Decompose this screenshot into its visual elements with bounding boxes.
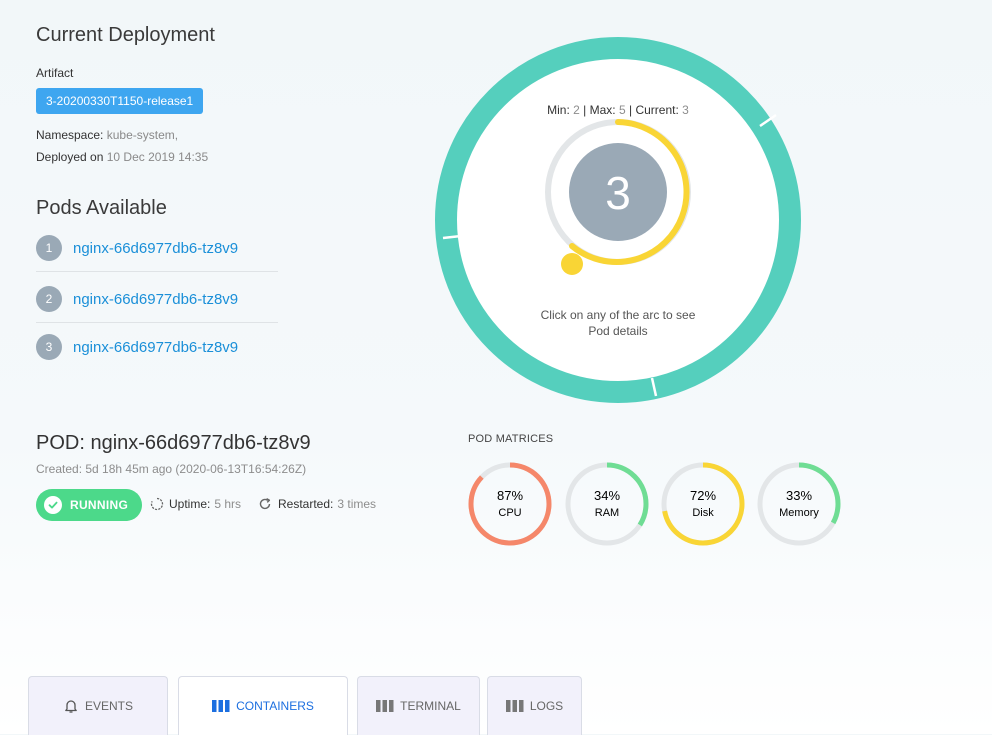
replica-ring[interactable]: Min: 2 | Max: 5 | Current: 3 3 Click on … <box>428 30 808 410</box>
tab-label: LOGS <box>529 699 564 713</box>
status-badge: RUNNING <box>36 489 142 521</box>
disk-gauge: 72% Disk <box>661 462 745 546</box>
tab-label: EVENTS <box>84 699 133 713</box>
current-value: 3 <box>682 103 689 117</box>
deployment-title: Current Deployment <box>36 24 215 46</box>
deployed-value: 10 Dec 2019 14:35 <box>106 150 209 164</box>
current-replica-number: 3 <box>605 167 631 219</box>
namespace-line: Namespace: kube-system, <box>36 128 178 142</box>
restart-icon <box>258 497 272 511</box>
gauge-label: RAM <box>595 507 619 519</box>
gauge-label: Disk <box>692 507 714 519</box>
uptime-stat: Uptime: 5 hrs <box>150 497 241 511</box>
artifact-badge: 3-20200330T1150-release1 <box>36 88 204 114</box>
replica-summary: Min: 2 | Max: 5 | Current: 3 <box>547 103 689 117</box>
check-icon <box>44 496 62 514</box>
tab-logs[interactable]: LOGS <box>487 676 582 735</box>
columns-icon <box>212 700 230 712</box>
uptime-value: 5 hrs <box>214 497 242 511</box>
current-label: | Current: <box>629 103 679 117</box>
namespace-label: Namespace: <box>36 128 104 142</box>
tab-events[interactable]: EVENTS <box>28 676 168 735</box>
ring-hint-line2: Pod details <box>588 324 647 338</box>
pod-created: Created: 5d 18h 45m ago (2020-06-13T16:5… <box>36 462 307 476</box>
pod-number-badge: 2 <box>36 286 62 312</box>
tab-terminal[interactable]: TERMINAL <box>357 676 480 735</box>
pod-link[interactable]: nginx-66d6977db6-tz8v9 <box>73 240 238 257</box>
metrics-gauges: 87% CPU 34% RAM 72% Disk 33% Memory <box>468 462 841 546</box>
columns-icon <box>376 700 394 712</box>
max-label: | Max: <box>583 103 615 117</box>
pod-list-item[interactable]: 2 nginx-66d6977db6-tz8v9 <box>36 276 278 323</box>
min-label: Min: <box>547 103 570 117</box>
artifact-label: Artifact <box>36 66 74 80</box>
bell-icon <box>63 698 79 714</box>
pod-list-item[interactable]: 1 nginx-66d6977db6-tz8v9 <box>36 225 278 272</box>
gauge-value: 87% <box>497 488 523 503</box>
inner-gauge-handle[interactable] <box>561 253 583 275</box>
deployed-line: Deployed on 10 Dec 2019 14:35 <box>36 150 208 164</box>
tab-containers[interactable]: CONTAINERS <box>178 676 348 735</box>
gauge-label: CPU <box>498 507 521 519</box>
restarted-stat: Restarted: 3 times <box>258 497 376 511</box>
uptime-label: Uptime: <box>169 497 211 511</box>
pods-title: Pods Available <box>36 197 167 219</box>
columns-icon <box>505 700 524 712</box>
status-text: RUNNING <box>70 498 129 512</box>
pod-number-badge: 3 <box>36 334 62 360</box>
refresh-icon <box>150 497 164 511</box>
deployed-label: Deployed on <box>36 150 104 164</box>
ram-gauge: 34% RAM <box>565 462 649 546</box>
tab-label: CONTAINERS <box>236 699 314 713</box>
min-value: 2 <box>573 103 580 117</box>
restarted-label: Restarted: <box>278 497 334 511</box>
max-value: 5 <box>619 103 626 117</box>
pod-number-badge: 1 <box>36 235 62 261</box>
gauge-value: 72% <box>690 488 716 503</box>
cpu-gauge: 87% CPU <box>468 462 552 546</box>
pod-link[interactable]: nginx-66d6977db6-tz8v9 <box>73 291 238 308</box>
tab-label: TERMINAL <box>400 699 461 713</box>
gauge-value: 34% <box>594 488 620 503</box>
memory-gauge: 33% Memory <box>757 462 841 546</box>
pod-list-item[interactable]: 3 nginx-66d6977db6-tz8v9 <box>36 324 278 370</box>
ring-hint-line1: Click on any of the arc to see <box>541 308 696 322</box>
matrices-title: POD MATRICES <box>468 433 554 445</box>
restarted-value: 3 times <box>337 497 377 511</box>
gauge-label: Memory <box>779 507 819 519</box>
pod-link[interactable]: nginx-66d6977db6-tz8v9 <box>73 339 238 356</box>
pod-title: POD: nginx-66d6977db6-tz8v9 <box>36 432 311 454</box>
namespace-value: kube-system, <box>106 128 179 142</box>
gauge-value: 33% <box>786 488 812 503</box>
